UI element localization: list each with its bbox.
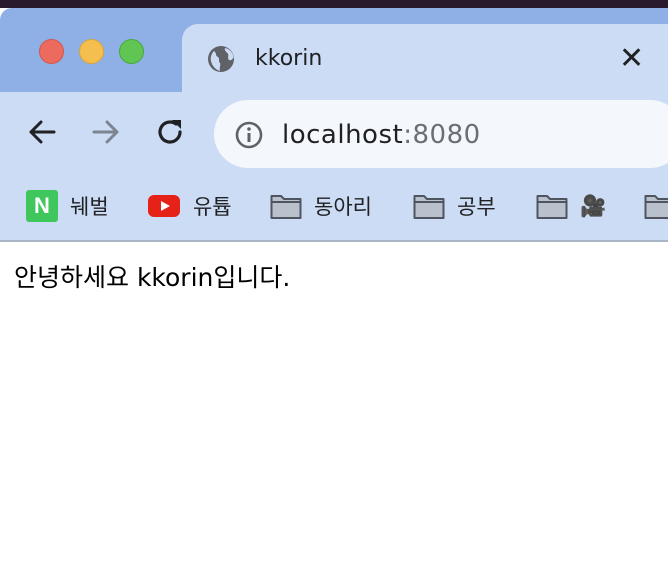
bookmark-folder-more[interactable] xyxy=(644,190,668,222)
globe-icon xyxy=(208,46,234,72)
bookmark-label: 🎥 xyxy=(580,193,607,218)
close-window-button[interactable] xyxy=(39,39,64,64)
window-top-edge xyxy=(0,0,668,8)
naver-icon: N xyxy=(26,190,58,222)
url-text: localhost:8080 xyxy=(282,117,481,153)
forward-arrow-icon[interactable] xyxy=(86,112,126,152)
bookmark-label: 공부 xyxy=(457,195,496,219)
folder-icon xyxy=(413,195,445,219)
folder-icon xyxy=(536,195,568,219)
bookmark-label: 눼벌 xyxy=(70,195,109,219)
folder-icon xyxy=(644,195,668,219)
info-icon[interactable] xyxy=(234,120,264,150)
back-arrow-icon[interactable] xyxy=(22,112,62,152)
tab-title: kkorin xyxy=(255,46,323,71)
bookmark-youtube[interactable]: 유튭 xyxy=(147,190,232,222)
bookmark-label: 동아리 xyxy=(314,195,372,219)
url-port: :8080 xyxy=(403,120,481,150)
bookmark-folder-study[interactable]: 공부 xyxy=(413,190,496,222)
folder-icon xyxy=(270,195,302,219)
bookmarks-bar: N 눼벌 유튭 동아리 공부 🎥 xyxy=(0,174,668,242)
bookmark-folder-club[interactable]: 동아리 xyxy=(270,190,372,222)
browser-toolbar: localhost:8080 xyxy=(0,92,668,174)
url-host: localhost xyxy=(282,120,404,150)
maximize-window-button[interactable] xyxy=(119,39,144,64)
reload-icon[interactable] xyxy=(150,112,190,152)
bookmark-folder-video[interactable]: 🎥 xyxy=(536,190,606,222)
bookmark-label: 유튭 xyxy=(193,195,232,219)
minimize-window-button[interactable] xyxy=(79,39,104,64)
address-bar[interactable]: localhost:8080 xyxy=(214,100,668,168)
tab-close-icon[interactable]: ✕ xyxy=(619,44,644,74)
youtube-icon xyxy=(148,195,180,217)
bookmark-naver[interactable]: N 눼벌 xyxy=(26,190,109,222)
browser-tab[interactable]: kkorin ✕ xyxy=(182,24,668,94)
page-content-text: 안녕하세요 kkorin입니다. xyxy=(14,263,291,292)
